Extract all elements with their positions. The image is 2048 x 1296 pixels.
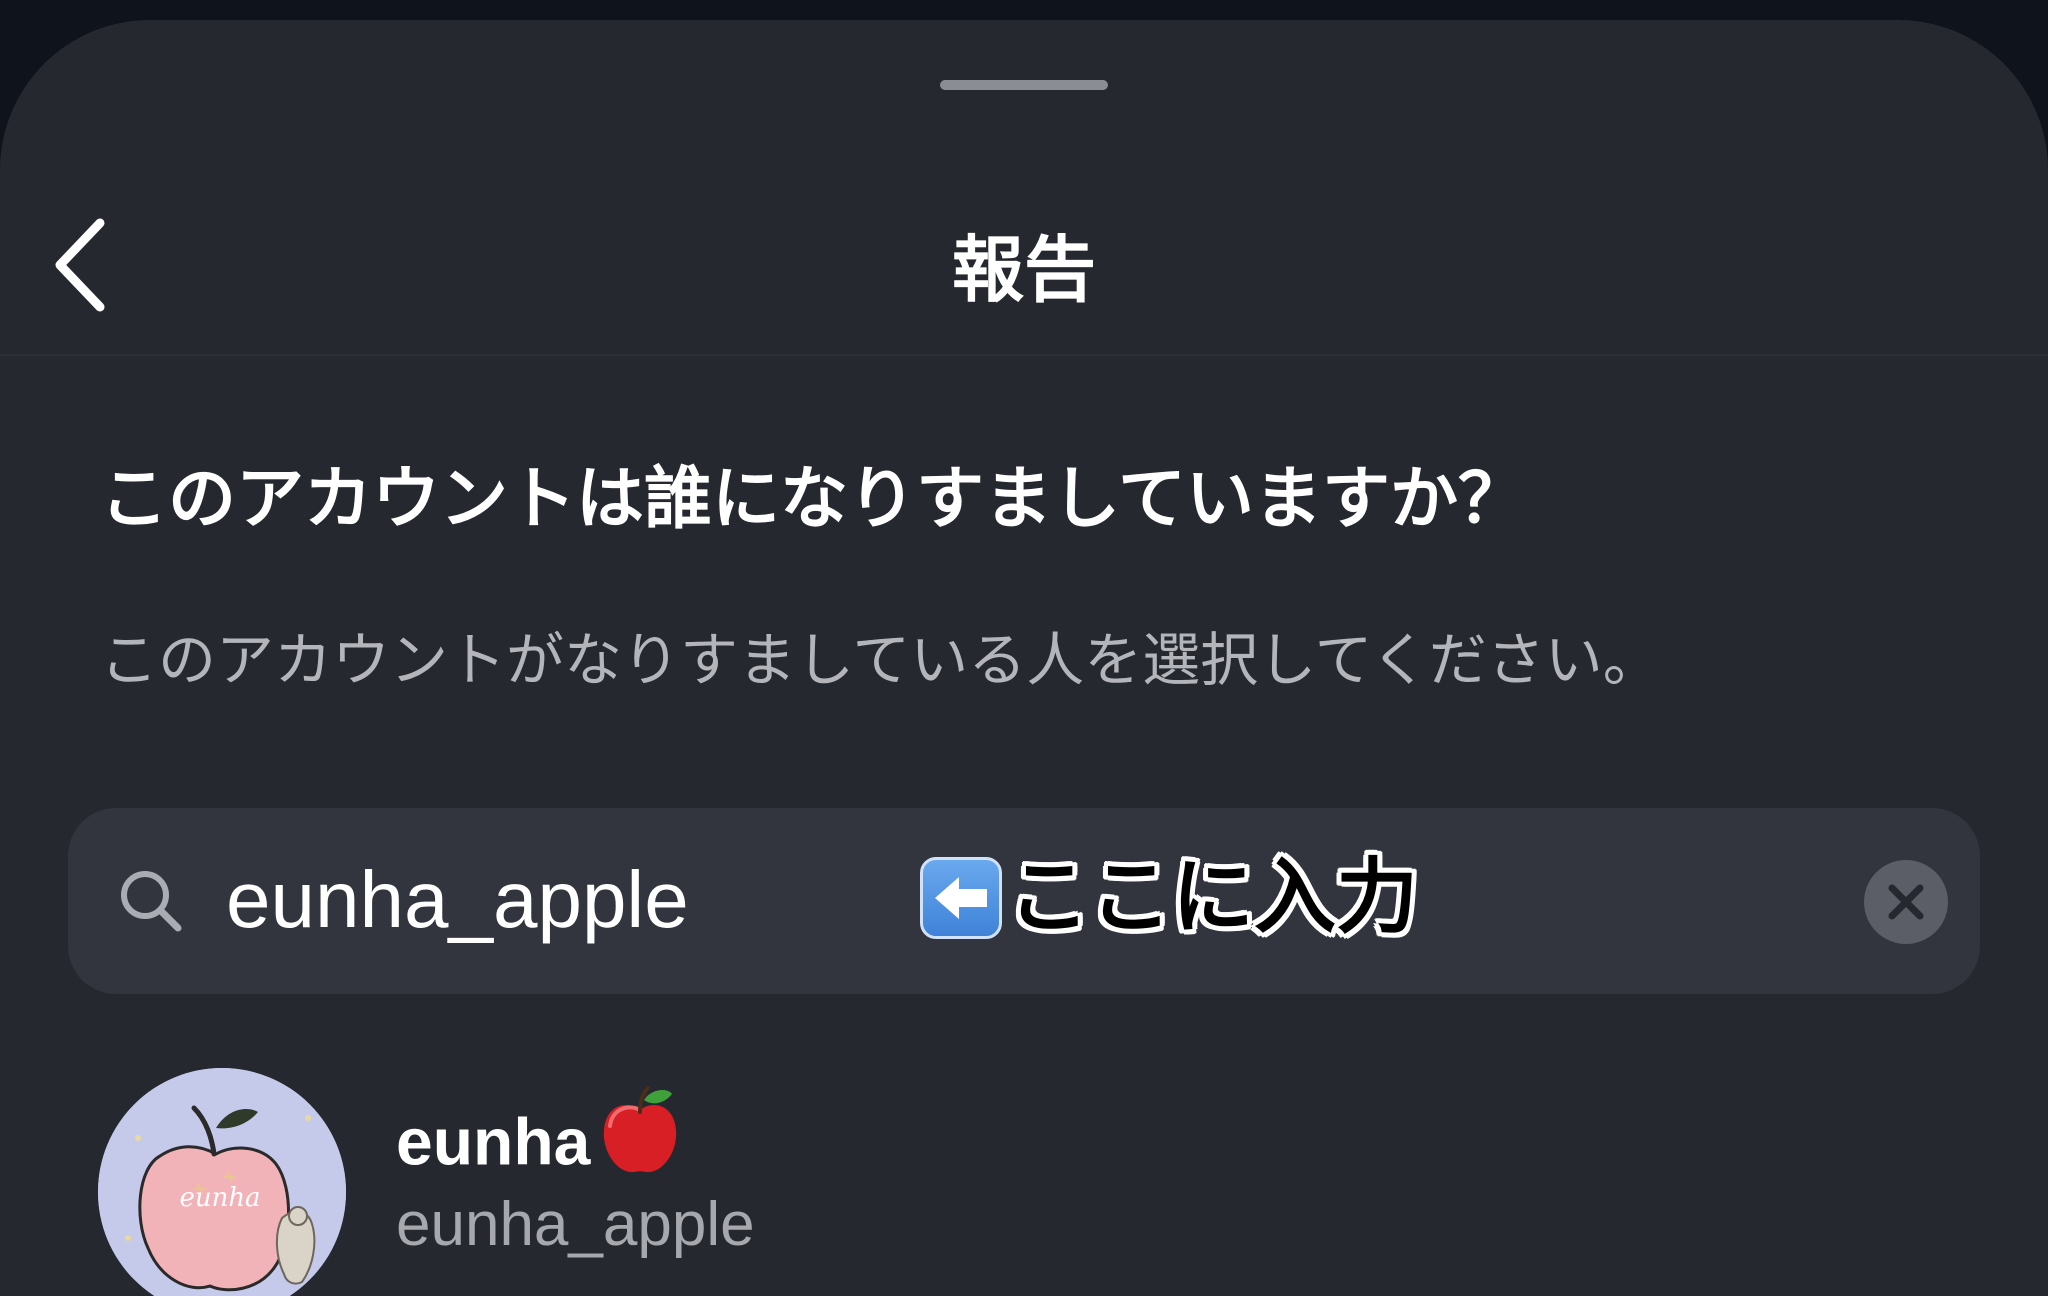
report-sheet: 報告 このアカウントは誰になりすましていますか？ このアカウントがなりすましてい… [0,20,2048,1296]
result-username: eunha_apple [396,1190,755,1259]
search-result-item[interactable]: eunha eunha eunha_apple [98,1068,1948,1296]
avatar: eunha [98,1068,346,1296]
clear-icon [1888,884,1924,920]
display-name-text: eunha [396,1104,591,1179]
search-bar: ここに入力 [68,808,1980,994]
input-annotation: ここに入力 [920,848,1418,948]
search-icon [121,871,182,932]
question-heading: このアカウントは誰になりすましていますか？ [100,460,1526,539]
avatar-text: eunha [179,1183,260,1213]
clear-search-button[interactable] [1864,860,1948,944]
search-input[interactable] [226,850,886,950]
page-title: 報告 [951,228,1096,312]
annotation-label: ここに入力 [1008,850,1419,945]
header-divider [0,354,2048,356]
left-arrow-icon [920,857,1002,939]
question-instruction: このアカウントがなりすましている人を選択してください。 [100,626,1661,694]
sheet-grabber[interactable] [940,80,1108,90]
